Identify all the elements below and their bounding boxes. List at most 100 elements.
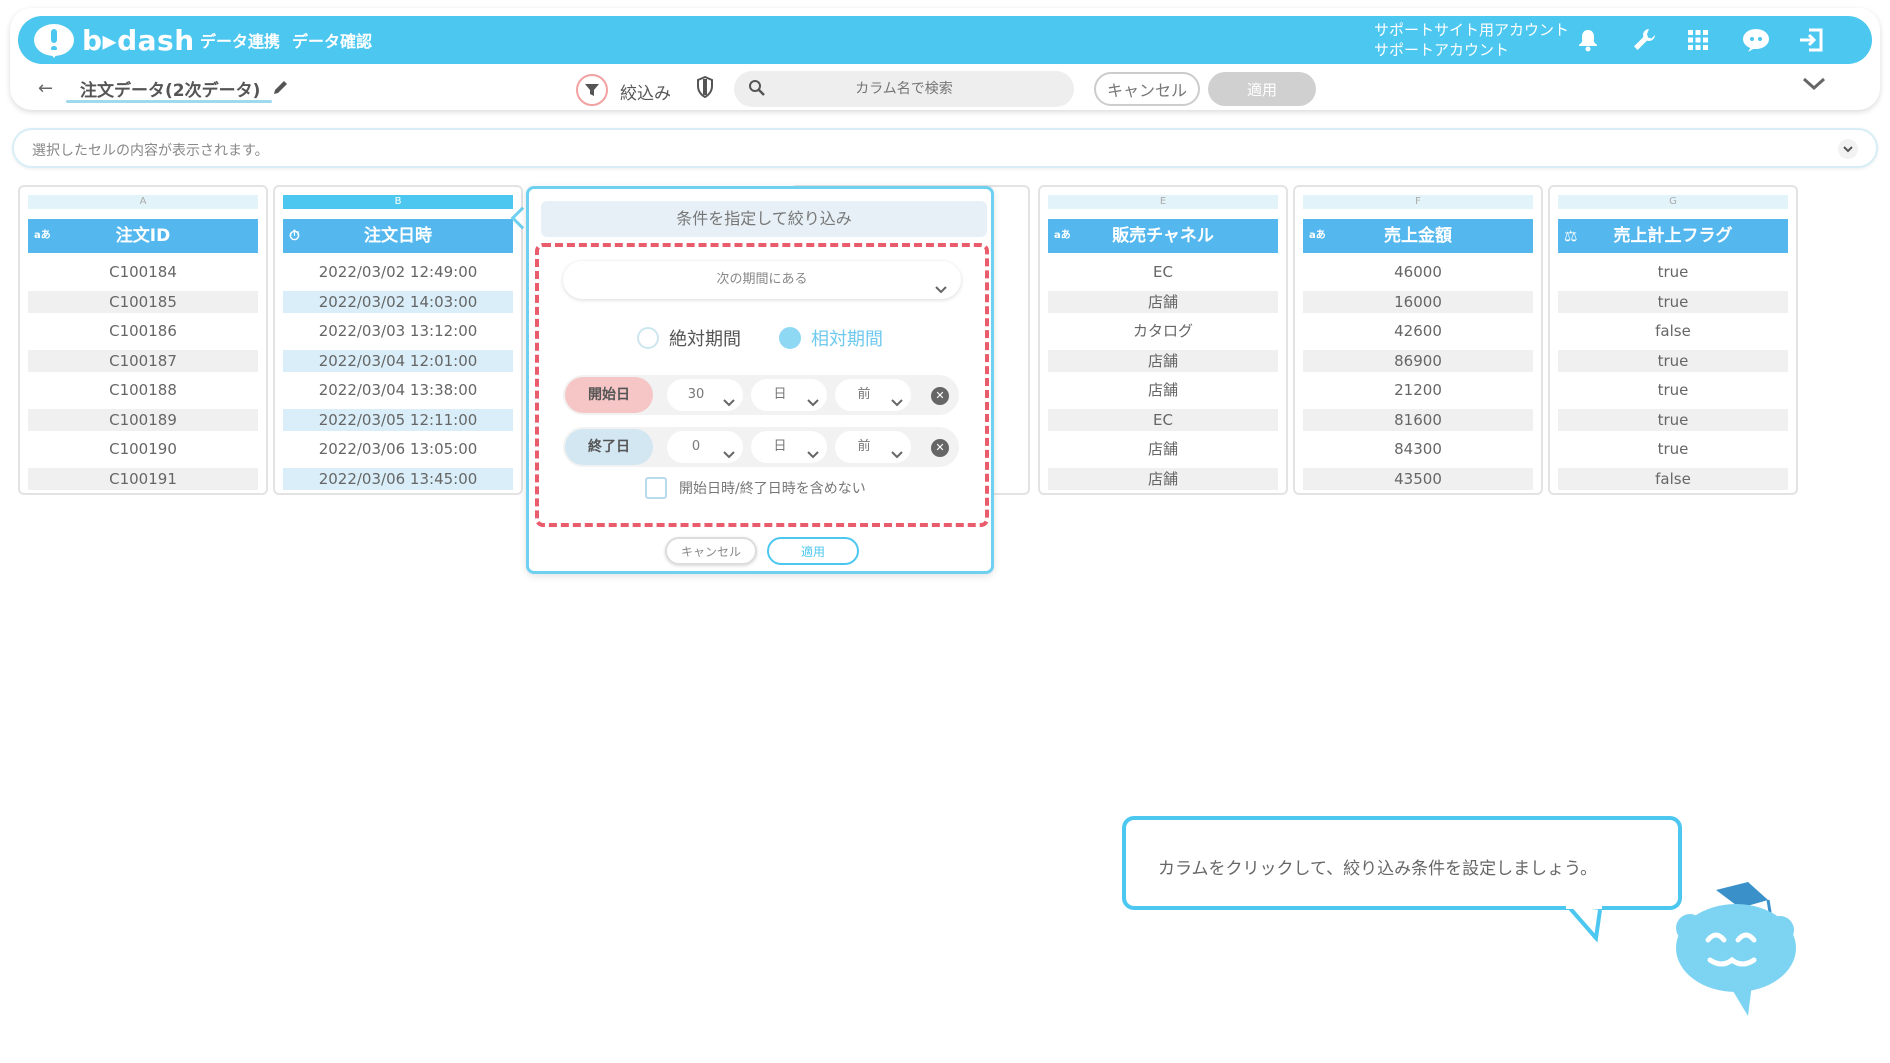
end-unit-select[interactable]: 日 (751, 431, 827, 463)
account-info[interactable]: サポートサイト用アカウント サポートアカウント (1374, 20, 1569, 60)
cell[interactable]: C100186 (28, 320, 258, 342)
cell[interactable]: C100191 (28, 468, 258, 490)
logo[interactable]: b▸dash (34, 22, 195, 58)
cell[interactable]: 2022/03/04 12:01:00 (283, 350, 513, 372)
end-date-row: 終了日 0 日 前 ✕ (563, 427, 959, 467)
popup-cancel-button[interactable]: キャンセル (665, 537, 757, 565)
cell[interactable]: 86900 (1303, 350, 1533, 372)
cell[interactable]: 2022/03/06 13:05:00 (283, 438, 513, 460)
cell[interactable]: true (1558, 291, 1788, 313)
start-direction-select[interactable]: 前 (835, 379, 911, 411)
cell[interactable]: C100184 (28, 261, 258, 283)
cell[interactable]: true (1558, 438, 1788, 460)
cell[interactable]: 店舗 (1048, 291, 1278, 313)
cell[interactable]: false (1558, 320, 1788, 342)
cell[interactable]: 42600 (1303, 320, 1533, 342)
cell[interactable]: 81600 (1303, 409, 1533, 431)
column-header[interactable]: aあ 注文ID (28, 219, 258, 253)
account-line2: サポートアカウント (1374, 41, 1510, 59)
exclude-endpoints-checkbox[interactable]: 開始日時/終了日時を含めない (645, 477, 866, 499)
cell[interactable]: 店舗 (1048, 350, 1278, 372)
end-amount-select[interactable]: 0 (667, 431, 743, 463)
clear-icon[interactable]: ✕ (931, 439, 949, 457)
cell[interactable]: C100188 (28, 379, 258, 401)
timer-icon: ⏱ (289, 228, 300, 244)
pencil-icon[interactable] (272, 78, 290, 100)
column-header[interactable]: aあ 売上金額 (1303, 219, 1533, 253)
column-order-id[interactable]: A aあ 注文ID C100184 C100185 C100186 C100187… (18, 185, 268, 495)
chat-icon[interactable] (1740, 24, 1772, 56)
grid-icon[interactable] (1682, 24, 1714, 56)
end-direction-select[interactable]: 前 (835, 431, 911, 463)
column-header[interactable]: aあ 販売チャネル (1048, 219, 1278, 253)
cell[interactable]: EC (1048, 409, 1278, 431)
cell[interactable]: 46000 (1303, 261, 1533, 283)
bell-icon[interactable] (1572, 24, 1604, 56)
nav-data-integration[interactable]: データ連携 (200, 28, 280, 52)
shield-icon[interactable] (696, 75, 714, 102)
column-revenue-flag[interactable]: G ⚖ 売上計上フラグ true true false true true tru… (1548, 185, 1798, 495)
wrench-icon[interactable] (1628, 24, 1660, 56)
dataset-title[interactable]: 注文データ(2次データ) (80, 76, 260, 101)
clear-icon[interactable]: ✕ (931, 387, 949, 405)
cell[interactable]: 84300 (1303, 438, 1533, 460)
nav-data-check[interactable]: データ確認 (292, 28, 372, 52)
checkbox[interactable] (645, 477, 667, 499)
logout-icon[interactable] (1796, 24, 1828, 56)
search-input[interactable] (784, 71, 1024, 107)
column-letter: B (283, 195, 513, 209)
cell[interactable]: true (1558, 350, 1788, 372)
radio-absolute-period[interactable]: 絶対期間 (637, 325, 741, 351)
hint-tooltip: カラムをクリックして、絞り込み条件を設定しましょう。 (1122, 816, 1682, 910)
cell[interactable]: C100190 (28, 438, 258, 460)
cell-content-text: 選択したセルの内容が表示されます。 (32, 143, 269, 159)
cell[interactable]: 2022/03/02 12:49:00 (283, 261, 513, 283)
cell[interactable]: 21200 (1303, 379, 1533, 401)
cell[interactable]: 2022/03/03 13:12:00 (283, 320, 513, 342)
chevron-down-icon[interactable] (1838, 139, 1858, 159)
cell[interactable]: 2022/03/05 12:11:00 (283, 409, 513, 431)
cell[interactable]: 16000 (1303, 291, 1533, 313)
column-order-datetime[interactable]: B ⏱ 注文日時 2022/03/02 12:49:00 2022/03/02 1… (273, 185, 523, 495)
text-type-icon: aあ (1054, 230, 1071, 241)
cell[interactable]: 店舗 (1048, 438, 1278, 460)
cell[interactable]: 店舗 (1048, 379, 1278, 401)
cell[interactable]: true (1558, 379, 1788, 401)
cell[interactable]: 2022/03/06 13:45:00 (283, 468, 513, 490)
column-sales-channel[interactable]: E aあ 販売チャネル EC 店舗 カタログ 店舗 店舗 EC 店舗 店舗 (1038, 185, 1288, 495)
cell[interactable]: 43500 (1303, 468, 1533, 490)
column-header[interactable]: ⏱ 注文日時 (283, 219, 513, 253)
cell[interactable]: C100189 (28, 409, 258, 431)
cell[interactable]: true (1558, 409, 1788, 431)
chevron-down-icon[interactable] (1802, 76, 1826, 96)
filter-button[interactable] (576, 74, 608, 106)
column-search[interactable] (734, 71, 1074, 107)
start-unit-select[interactable]: 日 (751, 379, 827, 411)
start-amount-select[interactable]: 30 (667, 379, 743, 411)
cell[interactable]: カタログ (1048, 320, 1278, 342)
text-type-icon: aあ (34, 230, 51, 241)
cell[interactable]: EC (1048, 261, 1278, 283)
popup-apply-button[interactable]: 適用 (767, 537, 859, 565)
back-button[interactable]: ← (38, 78, 53, 99)
apply-button[interactable]: 適用 (1208, 72, 1316, 106)
cell-content-bar[interactable]: 選択したセルの内容が表示されます。 (12, 128, 1878, 168)
cancel-button[interactable]: キャンセル (1094, 72, 1200, 106)
cell[interactable]: 2022/03/02 14:03:00 (283, 291, 513, 313)
cell[interactable]: C100187 (28, 350, 258, 372)
column-sales-amount[interactable]: F aあ 売上金額 46000 16000 42600 86900 21200 8… (1293, 185, 1543, 495)
column-header[interactable]: ⚖ 売上計上フラグ (1558, 219, 1788, 253)
logo-icon (34, 24, 74, 58)
period-condition-select[interactable]: 次の期間にある (563, 261, 961, 299)
cell[interactable]: true (1558, 261, 1788, 283)
mascot-icon (1676, 882, 1796, 1016)
radio-relative-period[interactable]: 相対期間 (779, 325, 883, 351)
cell[interactable]: false (1558, 468, 1788, 490)
cell[interactable]: 店舗 (1048, 468, 1278, 490)
chevron-down-icon (807, 389, 819, 421)
cell[interactable]: 2022/03/04 13:38:00 (283, 379, 513, 401)
filter-label: 絞込み (620, 84, 671, 104)
title-underline (66, 100, 272, 103)
cell[interactable]: C100185 (28, 291, 258, 313)
column-letter: G (1558, 195, 1788, 209)
